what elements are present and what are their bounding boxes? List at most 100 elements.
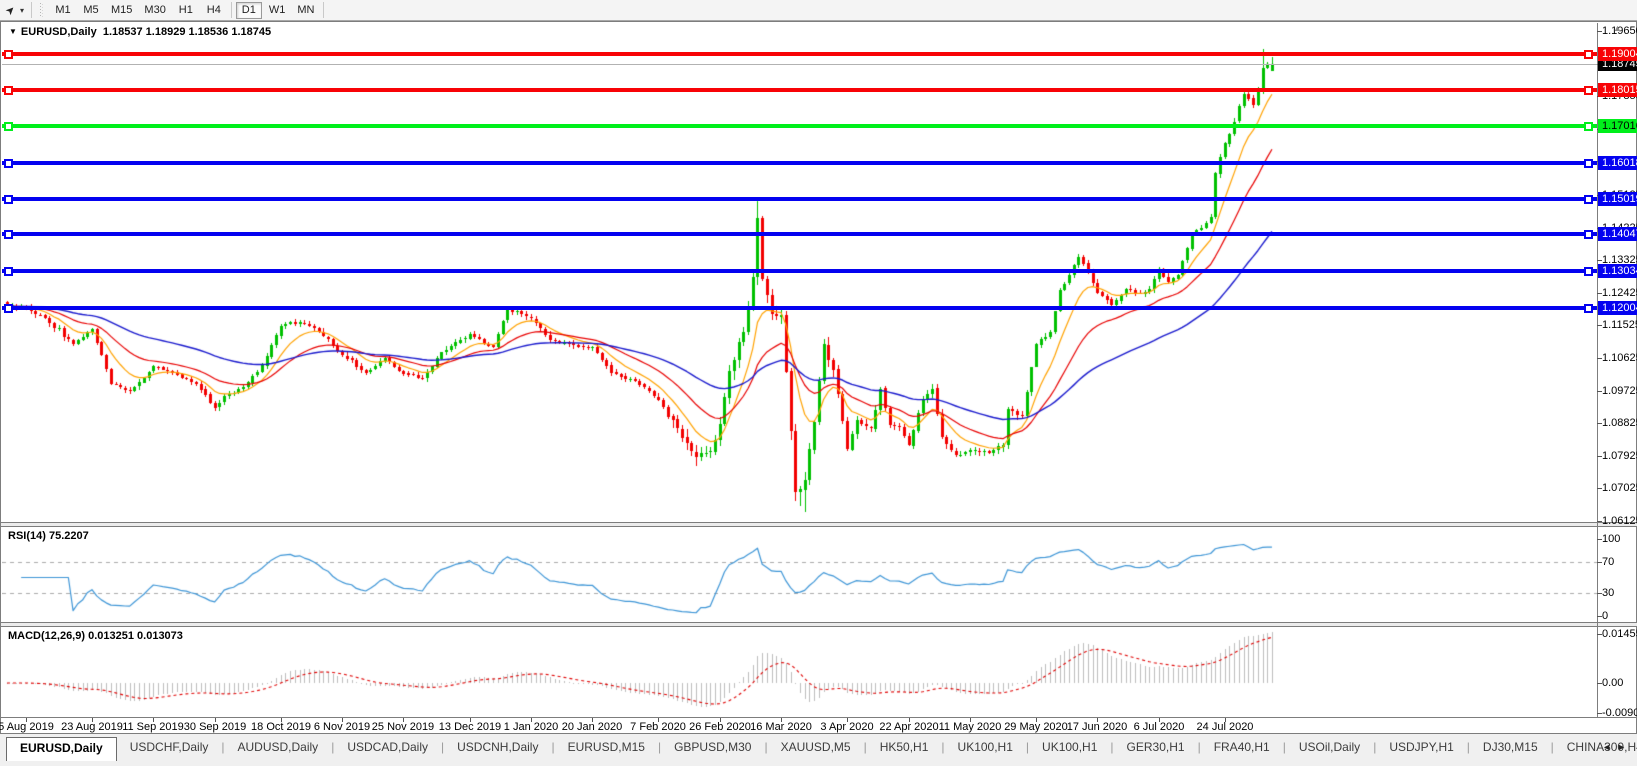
rsi-name: RSI(14) [8, 530, 46, 542]
level-line-handle[interactable] [4, 86, 13, 95]
level-line-handle[interactable] [4, 159, 13, 168]
level-price-label: 1.19004 [1598, 47, 1637, 61]
level-line-handle[interactable] [4, 122, 13, 131]
timeframe-button-h4[interactable]: H4 [201, 2, 227, 19]
cursor-tool-icon[interactable]: ➤ [0, 0, 22, 22]
timeframe-button-h1[interactable]: H1 [173, 2, 199, 19]
chart-tab-usoil-daily[interactable]: USOil,Daily [1286, 737, 1373, 760]
timeframe-buttons: M1M5M15M30H1H4 D1W1MN [49, 2, 320, 19]
macd-indicator-canvas[interactable] [2, 627, 1597, 717]
macd-name: MACD(12,26,9) [8, 630, 85, 642]
bar-open-value: 1.18537 [103, 26, 143, 38]
price-axis-tick-label: 1.09725 [1602, 385, 1637, 397]
toolbar-grip [40, 3, 44, 17]
bar-high-value: 1.18929 [146, 26, 186, 38]
macd-label: MACD(12,26,9) 0.013251 0.013073 [8, 630, 183, 642]
timeframe-button-d1[interactable]: D1 [236, 2, 262, 19]
macd-axis-label: -0.009001 [1602, 707, 1637, 719]
chart-tab-uk100-h1[interactable]: UK100,H1 [945, 737, 1026, 760]
level-line-handle[interactable] [4, 304, 13, 313]
level-price-label: 1.17016 [1598, 119, 1637, 133]
current-price-line [2, 64, 1597, 65]
chart-tab-dj30-m15[interactable]: DJ30,M15 [1470, 737, 1551, 760]
level-line-handle[interactable] [1584, 267, 1593, 276]
macd-value: 0.013251 0.013073 [88, 630, 183, 642]
rsi-axis-label: 70 [1602, 556, 1614, 568]
timeframe-button-m15[interactable]: M15 [106, 2, 137, 19]
tab-scroll-arrows: ◄► [1602, 742, 1632, 752]
chart-tab-audusd-daily[interactable]: AUDUSD,Daily [225, 737, 332, 760]
level-price-label: 1.14047 [1598, 227, 1637, 241]
horizontal-level-line[interactable] [2, 306, 1597, 310]
horizontal-level-line[interactable] [2, 88, 1597, 92]
macd-axis-label: 0.014556 [1602, 628, 1637, 640]
price-axis-tick-label: 1.08825 [1602, 417, 1637, 429]
chart-tabs: EURUSD,DailyUSDCHF,Daily|AUDUSD,Daily|US… [6, 737, 1637, 761]
timeframe-button-w1[interactable]: W1 [264, 2, 291, 19]
horizontal-level-line[interactable] [2, 52, 1597, 56]
chart-tab-eurusd-m15[interactable]: EURUSD,M15 [555, 737, 658, 760]
level-line-handle[interactable] [1584, 159, 1593, 168]
price-axis-tick-label: 1.07025 [1602, 482, 1637, 494]
timeframe-button-m5[interactable]: M5 [78, 2, 104, 19]
rsi-axis-label: 0 [1602, 610, 1608, 622]
chart-tab-usdchf-daily[interactable]: USDCHF,Daily [117, 737, 222, 760]
chart-tab-usdcad-daily[interactable]: USDCAD,Daily [334, 737, 441, 760]
level-line-handle[interactable] [1584, 122, 1593, 131]
rsi-axis-label: 30 [1602, 587, 1614, 599]
tab-scroll-right-icon[interactable]: ► [1617, 742, 1632, 752]
chart-tab-fra40-h1[interactable]: FRA40,H1 [1201, 737, 1283, 760]
tab-scroll-left-icon[interactable]: ◄ [1602, 742, 1617, 752]
timeframe-button-m1[interactable]: M1 [50, 2, 76, 19]
chart-symbol-label: EURUSD,Daily [21, 26, 97, 38]
chart-tab-xauusd-m5[interactable]: XAUUSD,M5 [768, 737, 864, 760]
chart-window: ▲ ▼ EURUSD,Daily 1.18537 1.18929 1.18536 … [0, 21, 1637, 734]
macd-axis-label: 0.00 [1602, 677, 1623, 689]
toolbar-separator [31, 2, 32, 18]
level-price-label: 1.16018 [1598, 156, 1637, 170]
toolbar-separator [231, 2, 232, 18]
timeframe-button-mn[interactable]: MN [292, 2, 319, 19]
level-line-handle[interactable] [4, 267, 13, 276]
date-axis-label: 24 Jul 2020 [1183, 721, 1267, 733]
horizontal-level-line[interactable] [2, 124, 1597, 128]
level-price-label: 1.18015 [1598, 83, 1637, 97]
bar-low-value: 1.18536 [189, 26, 229, 38]
rsi-axis-label: 100 [1602, 533, 1620, 545]
horizontal-level-line[interactable] [2, 232, 1597, 236]
chart-tab-ger30-h1[interactable]: GER30,H1 [1114, 737, 1198, 760]
bar-close-value: 1.18745 [231, 26, 271, 38]
chart-tab-usdcnh-daily[interactable]: USDCNH,Daily [444, 737, 551, 760]
rsi-indicator-canvas[interactable] [2, 527, 1597, 622]
level-line-handle[interactable] [1584, 230, 1593, 239]
chart-tab-gbpusd-m30[interactable]: GBPUSD,M30 [661, 737, 764, 760]
horizontal-level-line[interactable] [2, 197, 1597, 201]
level-line-handle[interactable] [4, 195, 13, 204]
rsi-label: RSI(14) 75.2207 [8, 530, 89, 542]
level-line-handle[interactable] [1584, 304, 1593, 313]
horizontal-level-line[interactable] [2, 269, 1597, 273]
level-line-handle[interactable] [4, 230, 13, 239]
chart-title: ▼ EURUSD,Daily 1.18537 1.18929 1.18536 1.… [9, 26, 271, 38]
level-price-label: 1.13034 [1598, 264, 1637, 278]
chart-tab-uk100-h1[interactable]: UK100,H1 [1029, 737, 1110, 760]
price-axis-tick-label: 1.06125 [1602, 515, 1637, 527]
chart-tab-hk50-h1[interactable]: HK50,H1 [867, 737, 942, 760]
level-line-handle[interactable] [1584, 50, 1593, 59]
level-price-label: 1.15019 [1598, 192, 1637, 206]
level-line-handle[interactable] [4, 50, 13, 59]
chart-tab-eurusd-daily[interactable]: EURUSD,Daily [6, 737, 117, 761]
chart-shift-marker-icon[interactable]: ▲ [1613, 23, 1622, 33]
timeframe-button-m30[interactable]: M30 [139, 2, 170, 19]
toolbar-separator [323, 2, 324, 18]
chart-tab-usdjpy-h1[interactable]: USDJPY,H1 [1376, 737, 1466, 760]
level-line-handle[interactable] [1584, 86, 1593, 95]
horizontal-level-line[interactable] [2, 161, 1597, 165]
price-axis-tick-label: 1.10625 [1602, 352, 1637, 364]
collapse-arrow-icon[interactable]: ▼ [9, 27, 17, 36]
level-line-handle[interactable] [1584, 195, 1593, 204]
price-axis-tick-label: 1.07925 [1602, 450, 1637, 462]
rsi-value: 75.2207 [49, 530, 89, 542]
chart-tab-bar: EURUSD,DailyUSDCHF,Daily|AUDUSD,Daily|US… [0, 734, 1637, 766]
date-axis-border [1, 717, 1637, 718]
